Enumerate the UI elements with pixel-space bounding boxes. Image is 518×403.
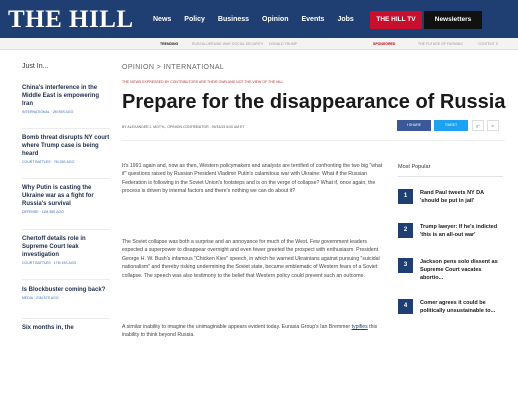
- divider: [22, 178, 110, 179]
- list-item[interactable]: Chertoff details role in Supreme Court l…: [22, 235, 110, 266]
- nav-news[interactable]: News: [153, 13, 171, 27]
- divider: [22, 229, 110, 230]
- list-item-title[interactable]: Why Putin is casting the Ukraine war as …: [22, 184, 110, 208]
- sponsored-label: SPONSORED: [373, 42, 396, 46]
- sponsored-link-farming[interactable]: THE FUTURE OF FARMING: [418, 41, 463, 47]
- most-popular-item[interactable]: 4 Comer agrees it could be politically u…: [398, 299, 506, 325]
- most-popular-item[interactable]: 3 Jackson pens solo dissent as Supreme C…: [398, 258, 506, 284]
- nav-opinion[interactable]: Opinion: [262, 13, 288, 27]
- browser-page: THE HILL News Policy Business Opinion Ev…: [0, 0, 518, 403]
- divider: [398, 176, 503, 177]
- just-in-sidebar: Just In... China's interference in the M…: [22, 62, 110, 331]
- divider: [22, 128, 110, 129]
- share-button-g[interactable]: g+: [472, 120, 484, 131]
- divider: [122, 140, 505, 141]
- most-popular-heading: Most Popular: [398, 164, 431, 170]
- article-paragraph: It's 1991 again and, now as then, Wester…: [122, 163, 383, 195]
- the-hill-tv-button[interactable]: THE HILL TV: [370, 11, 422, 29]
- trending-link-russia-ukraine[interactable]: RUSSIA-UKRAINE WAR: [192, 41, 231, 47]
- rank-badge: 1: [398, 189, 413, 204]
- list-item[interactable]: China's interference in the Middle East …: [22, 84, 110, 115]
- list-item[interactable]: Bomb threat disrupts NY court where Trum…: [22, 134, 110, 165]
- rank-badge: 3: [398, 258, 413, 273]
- trending-link-donald-trump[interactable]: DONALD TRUMP: [269, 41, 297, 47]
- newsletters-button[interactable]: Newsletters: [424, 11, 482, 29]
- list-item-meta: MEDIA · 21M 57S AGO: [22, 296, 59, 300]
- nav-business[interactable]: Business: [218, 13, 249, 27]
- list-item[interactable]: Six months in, the: [22, 324, 110, 332]
- list-item-meta: INTERNATIONAL · 2M 55S AGO: [22, 110, 74, 114]
- nav-events[interactable]: Events: [302, 13, 325, 27]
- facebook-share-button[interactable]: f SHARE: [397, 120, 431, 131]
- trending-link-social-security[interactable]: SOCIAL SECURITY: [232, 41, 263, 47]
- list-item[interactable]: Is Blockbuster coming back? MEDIA · 21M …: [22, 286, 110, 301]
- site-header: THE HILL News Policy Business Opinion Ev…: [0, 0, 518, 38]
- list-item-meta: DEFENSE · 11M 38S AGO: [22, 210, 64, 214]
- nav-policy[interactable]: Policy: [184, 13, 205, 27]
- just-in-heading: Just In...: [22, 63, 49, 70]
- sponsored-link-content[interactable]: CONTENT S: [478, 41, 498, 47]
- rank-badge: 4: [398, 299, 413, 314]
- trending-bar: TRENDING RUSSIA-UKRAINE WAR SOCIAL SECUR…: [0, 38, 518, 50]
- list-item-title[interactable]: Bomb threat disrupts NY court where Trum…: [22, 134, 110, 158]
- list-item-meta: COURT BATTLES · 17M 19S AGO: [22, 261, 77, 265]
- article-byline: BY ALEXANDER J. MOTYL, OPINION CONTRIBUT…: [122, 125, 245, 129]
- rank-badge: 2: [398, 223, 413, 238]
- most-popular-title[interactable]: Jackson pens solo dissent as Supreme Cou…: [420, 258, 504, 282]
- list-item-meta: COURT BATTLES · 7M 26S AGO: [22, 160, 75, 164]
- list-item[interactable]: Why Putin is casting the Ukraine war as …: [22, 184, 110, 215]
- site-logo[interactable]: THE HILL: [8, 6, 134, 34]
- most-popular-title[interactable]: Comer agrees it could be politically uns…: [420, 299, 504, 315]
- list-item-title[interactable]: Six months in, the: [22, 324, 110, 332]
- list-item-title[interactable]: China's interference in the Middle East …: [22, 84, 110, 108]
- list-item-title[interactable]: Chertoff details role in Supreme Court l…: [22, 235, 110, 259]
- opinion-disclaimer: THE VIEWS EXPRESSED BY CONTRIBUTORS ARE …: [122, 80, 284, 84]
- divider: [22, 279, 110, 280]
- most-popular-item[interactable]: 2 Trump lawyer: If he's indicted 'this i…: [398, 223, 506, 249]
- trending-label: TRENDING: [160, 42, 179, 46]
- article-paragraph-text: A similar inability to imagine the unima…: [122, 324, 378, 339]
- most-popular-title[interactable]: Trump lawyer: If he's indicted 'this is …: [420, 223, 504, 239]
- most-popular-title[interactable]: Rand Paul tweets NY DA 'should be put in…: [420, 189, 504, 205]
- main-nav: News Policy Business Opinion Events Jobs: [153, 13, 367, 27]
- twitter-share-button[interactable]: TWEET: [434, 120, 468, 131]
- article-headline: Prepare for the disappearance of Russia: [122, 91, 506, 113]
- article-paragraph-last: A similar inability to imagine the unima…: [122, 323, 387, 340]
- list-item-title[interactable]: Is Blockbuster coming back?: [22, 286, 110, 294]
- most-popular-item[interactable]: 1 Rand Paul tweets NY DA 'should be put …: [398, 189, 506, 215]
- breadcrumb[interactable]: OPINION > INTERNATIONAL: [122, 63, 224, 73]
- article-paragraph: The Soviet collapse was both a surprise …: [122, 239, 380, 279]
- nav-jobs[interactable]: Jobs: [337, 13, 353, 27]
- divider: [22, 318, 110, 319]
- share-button-in[interactable]: in: [487, 120, 499, 131]
- inline-article-link[interactable]: typifies: [352, 324, 368, 330]
